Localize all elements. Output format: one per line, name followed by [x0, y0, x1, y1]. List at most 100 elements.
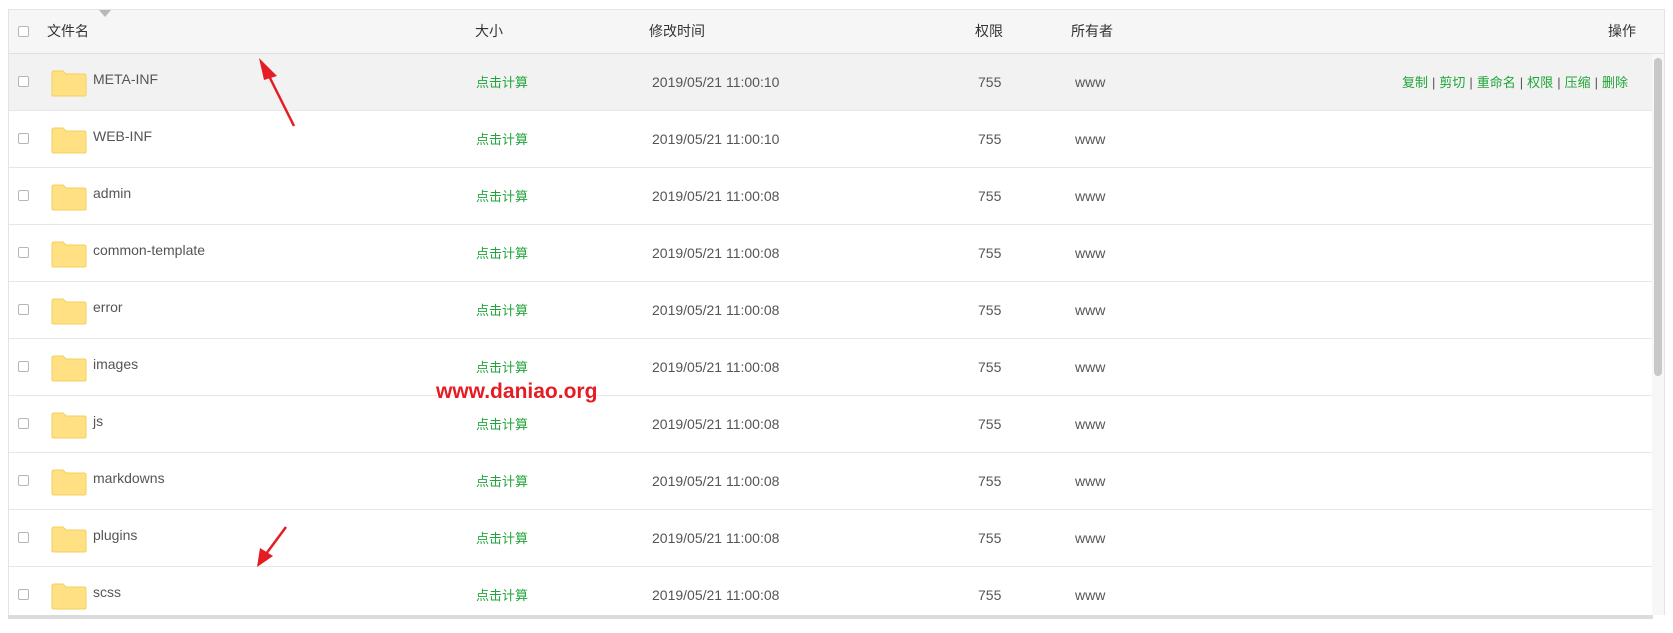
modified-time: 2019/05/21 11:00:08: [652, 245, 780, 261]
table-row[interactable]: admin 点击计算 2019/05/21 11:00:08 755 www: [9, 168, 1664, 225]
header-filename[interactable]: 文件名: [47, 10, 89, 53]
row-checkbox[interactable]: [18, 190, 29, 201]
permission-value[interactable]: 755: [978, 567, 1001, 615]
header-permission[interactable]: 权限: [975, 10, 1003, 53]
modified-time: 2019/05/21 11:00:08: [652, 587, 780, 603]
size-calc-link[interactable]: 点击计算: [476, 168, 528, 225]
file-name[interactable]: admin: [93, 165, 131, 222]
modified-time: 2019/05/21 11:00:08: [652, 473, 780, 489]
row-checkbox[interactable]: [18, 475, 29, 486]
owner-value[interactable]: www: [1075, 54, 1105, 111]
size-calc-link[interactable]: 点击计算: [476, 567, 528, 615]
row-actions: 复制 | 剪切 | 重命名 | 权限 | 压缩 | 删除: [1402, 54, 1628, 111]
vertical-scrollbar[interactable]: [1652, 54, 1664, 615]
folder-icon: [51, 241, 87, 268]
separator: |: [1557, 75, 1561, 90]
folder-icon: [51, 70, 87, 97]
header-size[interactable]: 大小: [475, 10, 503, 53]
separator: |: [1594, 75, 1598, 90]
owner-value[interactable]: www: [1075, 510, 1105, 567]
modified-time: 2019/05/21 11:00:08: [652, 416, 780, 432]
modified-time: 2019/05/21 11:00:10: [652, 131, 780, 147]
table-header: 文件名 大小 修改时间 权限 所有者 操作: [9, 10, 1664, 54]
table-row[interactable]: images 点击计算 2019/05/21 11:00:08 755 www: [9, 339, 1664, 396]
folder-icon: [51, 526, 87, 553]
owner-value[interactable]: www: [1075, 339, 1105, 396]
permission-value[interactable]: 755: [978, 282, 1001, 339]
file-name[interactable]: WEB-INF: [93, 108, 152, 165]
header-mtime[interactable]: 修改时间: [649, 10, 705, 53]
folder-icon: [51, 184, 87, 211]
permission-value[interactable]: 755: [978, 396, 1001, 453]
permission-value[interactable]: 755: [978, 168, 1001, 225]
owner-value[interactable]: www: [1075, 396, 1105, 453]
folder-icon: [51, 583, 87, 610]
table-row[interactable]: markdowns 点击计算 2019/05/21 11:00:08 755 w…: [9, 453, 1664, 510]
row-checkbox[interactable]: [18, 76, 29, 87]
folder-icon: [51, 469, 87, 496]
rename-action[interactable]: 重命名: [1477, 75, 1516, 90]
separator: |: [1519, 75, 1524, 90]
separator: |: [1469, 75, 1473, 90]
separator: |: [1431, 75, 1436, 90]
sort-caret-down-icon[interactable]: [99, 10, 111, 17]
size-calc-link[interactable]: 点击计算: [476, 453, 528, 510]
folder-icon: [51, 355, 87, 382]
permission-value[interactable]: 755: [978, 453, 1001, 510]
permission-action[interactable]: 权限: [1527, 75, 1553, 90]
row-checkbox[interactable]: [18, 133, 29, 144]
row-checkbox[interactable]: [18, 304, 29, 315]
owner-value[interactable]: www: [1075, 282, 1105, 339]
cut-action[interactable]: 剪切: [1439, 75, 1465, 90]
modified-time: 2019/05/21 11:00:10: [652, 74, 780, 90]
file-name[interactable]: markdowns: [93, 450, 165, 507]
modified-time: 2019/05/21 11:00:08: [652, 188, 780, 204]
folder-icon: [51, 127, 87, 154]
file-name[interactable]: plugins: [93, 507, 137, 564]
modified-time: 2019/05/21 11:00:08: [652, 530, 780, 546]
size-calc-link[interactable]: 点击计算: [476, 510, 528, 567]
row-checkbox[interactable]: [18, 532, 29, 543]
size-calc-link[interactable]: 点击计算: [476, 396, 528, 453]
file-name[interactable]: common-template: [93, 222, 205, 279]
delete-action[interactable]: 删除: [1602, 75, 1628, 90]
copy-action[interactable]: 复制: [1402, 75, 1428, 90]
compress-action[interactable]: 压缩: [1565, 75, 1591, 90]
table-row[interactable]: js 点击计算 2019/05/21 11:00:08 755 www: [9, 396, 1664, 453]
file-name[interactable]: scss: [93, 564, 121, 615]
owner-value[interactable]: www: [1075, 225, 1105, 282]
header-actions: 操作: [1608, 23, 1636, 39]
size-calc-link[interactable]: 点击计算: [476, 225, 528, 282]
size-calc-link[interactable]: 点击计算: [476, 282, 528, 339]
size-calc-link[interactable]: 点击计算: [476, 54, 528, 111]
table-row[interactable]: error 点击计算 2019/05/21 11:00:08 755 www: [9, 282, 1664, 339]
watermark-text: www.daniao.org: [436, 380, 598, 403]
owner-value[interactable]: www: [1075, 453, 1105, 510]
permission-value[interactable]: 755: [978, 54, 1001, 111]
row-checkbox[interactable]: [18, 247, 29, 258]
permission-value[interactable]: 755: [978, 111, 1001, 168]
modified-time: 2019/05/21 11:00:08: [652, 302, 780, 318]
horizontal-scrollbar[interactable]: [8, 615, 1653, 619]
permission-value[interactable]: 755: [978, 225, 1001, 282]
file-name[interactable]: error: [93, 279, 123, 336]
file-name[interactable]: META-INF: [93, 51, 158, 108]
folder-icon: [51, 412, 87, 439]
owner-value[interactable]: www: [1075, 168, 1105, 225]
select-all-checkbox[interactable]: [18, 26, 29, 37]
file-name[interactable]: images: [93, 336, 138, 393]
header-owner[interactable]: 所有者: [1071, 10, 1113, 53]
scrollbar-thumb[interactable]: [1654, 58, 1662, 376]
row-checkbox[interactable]: [18, 589, 29, 600]
row-checkbox[interactable]: [18, 361, 29, 372]
table-row[interactable]: common-template 点击计算 2019/05/21 11:00:08…: [9, 225, 1664, 282]
size-calc-link[interactable]: 点击计算: [476, 111, 528, 168]
table-row[interactable]: scss 点击计算 2019/05/21 11:00:08 755 www: [9, 567, 1664, 615]
file-name[interactable]: js: [93, 393, 103, 450]
owner-value[interactable]: www: [1075, 567, 1105, 615]
permission-value[interactable]: 755: [978, 510, 1001, 567]
owner-value[interactable]: www: [1075, 111, 1105, 168]
modified-time: 2019/05/21 11:00:08: [652, 359, 780, 375]
row-checkbox[interactable]: [18, 418, 29, 429]
permission-value[interactable]: 755: [978, 339, 1001, 396]
